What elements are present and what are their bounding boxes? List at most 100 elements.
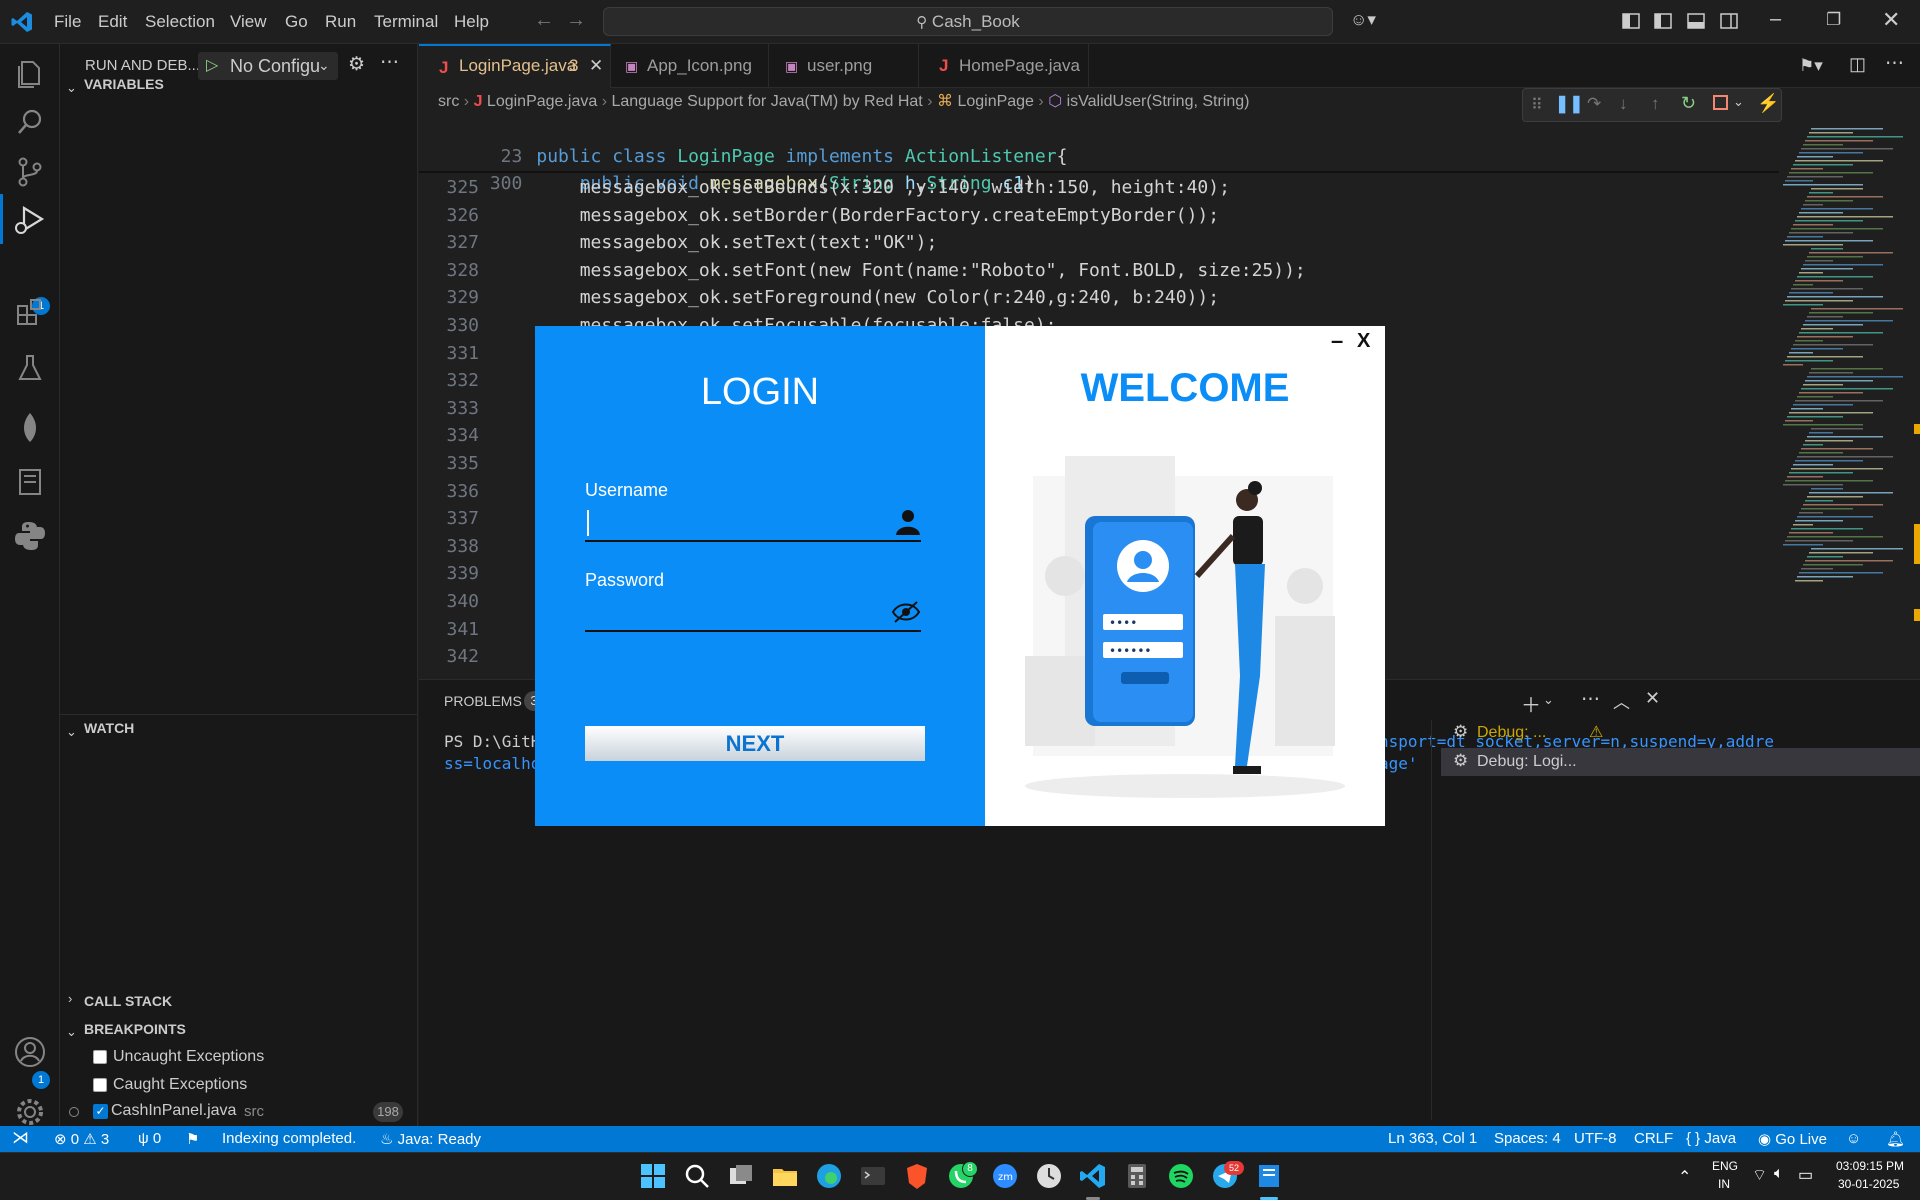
code-line[interactable]: 333 <box>419 395 493 422</box>
problems-status[interactable]: ⊗ 0 ⚠ 3 <box>54 1130 109 1148</box>
menu-edit[interactable]: Edit <box>98 12 127 32</box>
step-into-icon[interactable]: ↓ <box>1619 94 1628 114</box>
menu-help[interactable]: Help <box>454 12 489 32</box>
variables-header[interactable]: VARIABLES <box>84 76 164 92</box>
stop-icon[interactable] <box>1713 95 1728 110</box>
calculator-icon[interactable] <box>1122 1161 1152 1191</box>
taskbar-search-icon[interactable] <box>682 1161 712 1191</box>
debug-session-2[interactable]: ⚙ Debug: Logi... <box>1441 748 1920 776</box>
panel-tab-problems[interactable]: PROBLEMS <box>444 693 522 709</box>
tray-overflow-icon[interactable]: ⌃ <box>1678 1167 1691 1187</box>
minimize-dialog-icon[interactable]: – <box>1331 328 1343 354</box>
code-line[interactable]: 327 messagebox_ok.setText(text:"OK"); <box>419 229 937 256</box>
file-explorer-icon[interactable] <box>770 1161 800 1191</box>
debug-settings-gear-icon[interactable]: ⚙ <box>348 53 365 76</box>
variables-chevron-icon[interactable]: ⌄ <box>66 80 77 96</box>
tab-loginpage[interactable]: J LoginPage.java 3 ✕ <box>419 44 611 88</box>
drag-handle-icon[interactable]: ⠿ <box>1531 95 1543 115</box>
code-line[interactable]: 340 <box>419 588 493 615</box>
java-app-icon[interactable] <box>1254 1161 1284 1191</box>
debug-session-1[interactable]: ⚙ Debug: ... ⚠ <box>1441 720 1920 746</box>
menu-run[interactable]: Run <box>325 12 356 32</box>
indentation[interactable]: Spaces: 4 <box>1494 1130 1561 1147</box>
run-debug-icon[interactable] <box>12 202 48 238</box>
input-language[interactable]: ENG <box>1712 1159 1738 1173</box>
minimize-window-icon[interactable]: – <box>1770 8 1781 31</box>
windows-start-icon[interactable] <box>638 1161 668 1191</box>
call-stack-header[interactable]: CALL STACK <box>84 993 172 1009</box>
menu-file[interactable]: File <box>54 12 81 32</box>
password-field[interactable] <box>585 596 921 632</box>
menu-selection[interactable]: Selection <box>145 12 215 32</box>
accounts-icon[interactable] <box>12 1034 48 1070</box>
edge-browser-icon[interactable] <box>814 1161 844 1191</box>
step-out-icon[interactable]: ↑ <box>1651 94 1660 114</box>
code-line[interactable]: 328 messagebox_ok.setFont(new Font(name:… <box>419 257 1305 284</box>
code-line[interactable]: 329 messagebox_ok.setForeground(new Colo… <box>419 284 1219 311</box>
terminal-dropdown-icon[interactable]: ⌄ <box>1543 692 1554 708</box>
breadcrumb-file[interactable]: LoginPage.java <box>487 93 597 110</box>
back-arrow-icon[interactable]: ← <box>534 9 554 32</box>
tab-close-icon[interactable]: ✕ <box>589 44 603 88</box>
ports-status[interactable]: ψ 0 <box>138 1130 161 1147</box>
wifi-icon[interactable]: ⌔ <box>1752 1165 1767 1185</box>
volume-icon[interactable]: 🔈︎ <box>1774 1165 1784 1183</box>
zoom-icon[interactable]: zm <box>990 1161 1020 1191</box>
tab-homepage[interactable]: J HomePage.java <box>919 44 1089 88</box>
pause-icon[interactable]: ❚❚ <box>1555 94 1584 114</box>
vscode-taskbar-icon[interactable] <box>1078 1161 1108 1191</box>
close-panel-icon[interactable]: ✕ <box>1645 688 1660 709</box>
maximize-panel-icon[interactable]: ︿ <box>1613 688 1630 713</box>
minimap[interactable] <box>1779 124 1909 594</box>
checkbox[interactable] <box>93 1078 107 1092</box>
battery-icon[interactable]: ▭ <box>1798 1165 1813 1185</box>
customize-layout-icon[interactable] <box>1622 13 1640 29</box>
step-over-icon[interactable]: ↷ <box>1587 94 1601 114</box>
code-line[interactable]: 341 <box>419 616 493 643</box>
remote-icon[interactable]: ⋊ <box>12 1128 29 1148</box>
code-line[interactable]: 337 <box>419 505 493 532</box>
go-live[interactable]: ◉ Go Live <box>1758 1130 1827 1148</box>
editor-more-icon[interactable]: ⋯ <box>1885 52 1904 75</box>
username-field[interactable] <box>585 506 921 542</box>
split-editor-icon[interactable]: ◫ <box>1849 54 1866 75</box>
code-line[interactable]: 325 messagebox_ok.setBounds(x:320 ,y:140… <box>419 174 1229 201</box>
settings-gear-icon[interactable] <box>12 1094 48 1130</box>
menu-terminal[interactable]: Terminal <box>374 12 438 32</box>
command-center-search[interactable]: ⚲ Cash_Book <box>603 7 1333 36</box>
watch-chevron-icon[interactable]: ⌄ <box>66 724 77 740</box>
restart-icon[interactable]: ↻ <box>1681 93 1696 114</box>
toggle-sidebar-icon[interactable] <box>1654 13 1672 29</box>
breadcrumb-class[interactable]: LoginPage <box>957 93 1034 110</box>
breakpoints-chevron-icon[interactable]: ⌄ <box>66 1024 77 1040</box>
spotify-icon[interactable] <box>1166 1161 1196 1191</box>
watch-header[interactable]: WATCH <box>84 720 134 736</box>
notifications-bell-icon[interactable]: 🔔︎ <box>1886 1130 1905 1148</box>
source-control-icon[interactable] <box>12 154 48 190</box>
checkbox-checked[interactable]: ✓ <box>93 1104 108 1119</box>
line-ending[interactable]: CRLF <box>1634 1130 1673 1147</box>
new-terminal-icon[interactable]: ＋ <box>1521 689 1541 718</box>
python-icon[interactable] <box>12 518 48 554</box>
forward-arrow-icon[interactable]: → <box>566 9 586 32</box>
overview-ruler[interactable] <box>1912 124 1920 621</box>
debug-config-select[interactable]: ▷ No Configu ⌄ <box>198 52 338 80</box>
copilot-status-icon[interactable]: ☺ <box>1846 1130 1861 1147</box>
code-line[interactable]: 23 public class LoginPage implements Acti… <box>419 116 1068 167</box>
run-java-icon[interactable]: ⚑▾ <box>1799 56 1823 76</box>
explorer-icon[interactable] <box>12 56 48 92</box>
breakpoint-file[interactable]: ✓ CashInPanel.java src 198 <box>60 1102 418 1126</box>
copilot-icon[interactable]: ☺▾ <box>1350 10 1376 30</box>
close-window-icon[interactable]: ✕ <box>1882 7 1900 33</box>
tab-app-icon[interactable]: ▣ App_Icon.png <box>611 44 769 88</box>
clock-time[interactable]: 03:09:15 PM <box>1836 1159 1904 1173</box>
debug-status-icon[interactable]: ⚑ <box>186 1130 199 1148</box>
code-line[interactable]: 326 messagebox_ok.setBorder(BorderFactor… <box>419 202 1219 229</box>
breadcrumb-method[interactable]: isValidUser(String, String) <box>1067 93 1250 110</box>
terminal-app-icon[interactable] <box>858 1161 888 1191</box>
code-line[interactable]: 331 <box>419 340 493 367</box>
testing-flask-icon[interactable] <box>12 350 48 386</box>
breadcrumb-language[interactable]: Language Support for Java(TM) by Red Hat <box>611 93 922 110</box>
more-actions-icon[interactable]: ⋯ <box>380 51 399 74</box>
code-line[interactable]: 300 public void messagebox(String h,Stri… <box>419 143 1035 194</box>
